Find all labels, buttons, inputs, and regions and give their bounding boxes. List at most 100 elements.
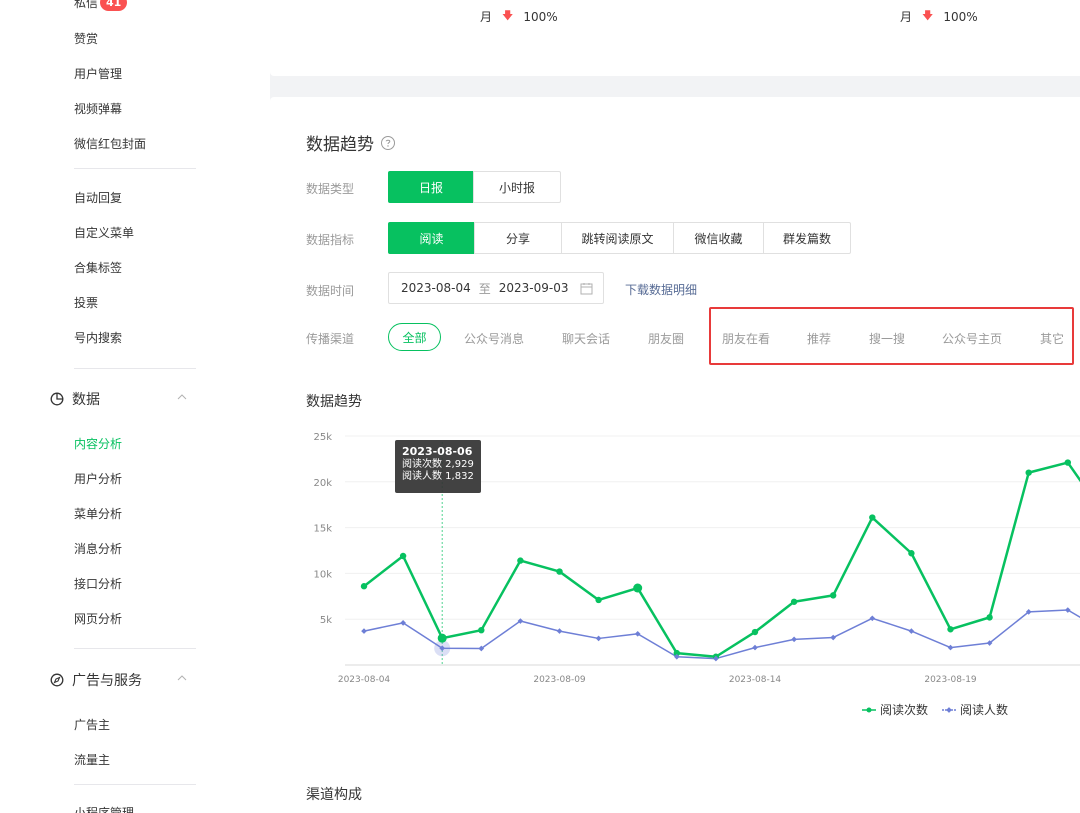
data-point-read-count <box>478 626 485 634</box>
sidebar-item-webpage-analysis[interactable]: 网页分析 <box>74 610 122 627</box>
x-tick-label: 2023-08-04 <box>338 675 391 685</box>
download-details-link[interactable]: 下载数据明细 <box>625 281 697 298</box>
sidebar-divider <box>74 368 196 369</box>
data-point-read-count <box>1064 459 1071 466</box>
chevron-up-icon <box>177 394 187 400</box>
tooltip-line-readers: 阅读人数 1,832 <box>402 471 474 482</box>
data-point-read-count <box>908 550 915 557</box>
data-type-hourly[interactable]: 小时报 <box>473 171 561 203</box>
data-point-read-count <box>751 628 759 636</box>
sidebar-item-advertiser[interactable]: 广告主 <box>74 716 110 733</box>
sidebar-item-auto-reply[interactable]: 自动回复 <box>74 189 122 206</box>
metric-read[interactable]: 阅读 <box>388 222 475 254</box>
sidebar-item-user-analysis[interactable]: 用户分析 <box>74 470 122 487</box>
chevron-up-icon <box>177 675 187 681</box>
stat-value: 100% <box>943 9 978 24</box>
x-tick-label: 2023-08-09 <box>533 675 586 685</box>
highlight-box <box>709 307 1074 365</box>
metric-read-original[interactable]: 跳转阅读原文 <box>561 222 674 254</box>
channel-moments[interactable]: 朋友圈 <box>648 330 684 347</box>
sidebar: 私信 41 赞赏 用户管理 视频弹幕 微信红包封面 自动回复 自定义菜单 合集标签… <box>0 0 270 813</box>
stat-prefix: 月 <box>480 10 493 24</box>
time-label: 数据时间 <box>306 284 355 298</box>
channel-label: 传播渠道 <box>306 332 355 346</box>
data-point-readers <box>947 644 954 651</box>
date-start: 2023-08-04 <box>401 281 471 295</box>
data-point-read-count <box>437 633 447 643</box>
date-separator: 至 <box>478 281 491 296</box>
data-point-read-count <box>790 598 798 605</box>
data-type-toggle: 日报 小时报 <box>388 171 561 203</box>
data-point-read-count <box>556 568 563 575</box>
sidebar-item-message-analysis[interactable]: 消息分析 <box>74 540 122 557</box>
legend-marker-blue <box>942 706 957 713</box>
sidebar-item-in-account-search[interactable]: 号内搜索 <box>74 329 122 346</box>
sidebar-item-vote[interactable]: 投票 <box>74 294 98 311</box>
sidebar-item-mini-program[interactable]: 小程序管理 <box>74 804 134 813</box>
legend-label: 阅读次数 <box>880 703 929 717</box>
calendar-icon <box>580 283 593 295</box>
data-point-readers <box>830 634 837 641</box>
data-point-read-count <box>360 583 368 590</box>
arrow-down-icon: 🡇 <box>502 9 514 22</box>
channel-all[interactable]: 全部 <box>388 323 441 351</box>
data-point-read-count <box>830 592 837 599</box>
stat-value: 100% <box>523 9 558 24</box>
data-point-readers <box>869 615 876 622</box>
metric-share[interactable]: 分享 <box>474 222 562 254</box>
metric-mass-send[interactable]: 群发篇数 <box>763 222 851 254</box>
chart-tooltip: 2023-08-06 阅读次数 2,929 阅读人数 1,832 <box>395 440 481 493</box>
tooltip-date: 2023-08-06 <box>402 445 473 458</box>
data-point-readers <box>752 644 758 651</box>
y-tick-label: 25k <box>313 432 332 443</box>
legend-item-readers[interactable]: 阅读人数 <box>942 701 1008 718</box>
chart-legend: 阅读次数 阅读人数 <box>862 701 1022 718</box>
sidebar-item-user-management[interactable]: 用户管理 <box>74 65 122 82</box>
legend-item-read-count[interactable]: 阅读次数 <box>862 701 928 718</box>
sidebar-item-video-danmaku[interactable]: 视频弹幕 <box>74 100 122 117</box>
metric-label: 数据指标 <box>306 233 355 247</box>
sidebar-divider <box>74 168 196 169</box>
sidebar-item-label: 私信 <box>74 0 99 10</box>
sidebar-item-custom-menu[interactable]: 自定义菜单 <box>74 224 134 241</box>
sidebar-section-label: 数据 <box>72 392 100 408</box>
sidebar-divider <box>74 784 196 785</box>
data-point-read-count <box>633 583 643 593</box>
y-tick-label: 20k <box>313 478 332 489</box>
stat-prefix: 月 <box>900 10 913 24</box>
date-range-picker[interactable]: 2023-08-04 至 2023-09-03 <box>388 272 604 304</box>
date-end: 2023-09-03 <box>498 281 569 295</box>
sidebar-item-collection-tags[interactable]: 合集标签 <box>74 259 122 276</box>
x-tick-label: 2023-08-14 <box>729 675 782 685</box>
chart-title: 数据趋势 <box>306 394 362 410</box>
data-point-readers <box>361 628 367 634</box>
sidebar-section-data[interactable]: 数据 <box>50 389 190 409</box>
data-point-readers <box>791 636 797 643</box>
sidebar-item-publisher[interactable]: 流量主 <box>74 751 110 768</box>
sidebar-item-reward[interactable]: 赞赏 <box>74 30 98 47</box>
data-point-read-count <box>986 614 993 621</box>
x-tick-label: 2023-08-19 <box>924 675 977 685</box>
metric-favorites[interactable]: 微信收藏 <box>673 222 764 254</box>
stat-month-change: 月 🡇 100% <box>480 7 558 26</box>
sidebar-item-content-analysis[interactable]: 内容分析 <box>74 435 122 452</box>
page-title: 数据趋势 <box>306 130 396 155</box>
y-tick-label: 10k <box>313 569 332 580</box>
sidebar-item-api-analysis[interactable]: 接口分析 <box>74 575 122 592</box>
series-line-readers <box>363 609 1080 660</box>
data-point-readers <box>908 628 915 634</box>
sidebar-item-messages[interactable]: 私信 41 <box>74 0 128 11</box>
unread-badge: 41 <box>100 0 128 11</box>
sidebar-section-ads[interactable]: 广告与服务 <box>50 670 190 690</box>
channel-chat[interactable]: 聊天会话 <box>562 330 610 347</box>
metric-toggle: 阅读 分享 跳转阅读原文 微信收藏 群发篇数 <box>388 222 851 254</box>
data-point-read-count <box>1025 469 1032 476</box>
y-tick-label: 15k <box>313 524 332 535</box>
data-type-daily[interactable]: 日报 <box>388 171 474 203</box>
question-circle-icon[interactable] <box>380 135 396 151</box>
sidebar-item-menu-analysis[interactable]: 菜单分析 <box>74 505 122 522</box>
sidebar-section-label: 广告与服务 <box>72 673 142 689</box>
channel-official-message[interactable]: 公众号消息 <box>464 330 524 347</box>
sidebar-item-red-packet-cover[interactable]: 微信红包封面 <box>74 135 146 152</box>
data-point-read-count <box>947 626 954 633</box>
